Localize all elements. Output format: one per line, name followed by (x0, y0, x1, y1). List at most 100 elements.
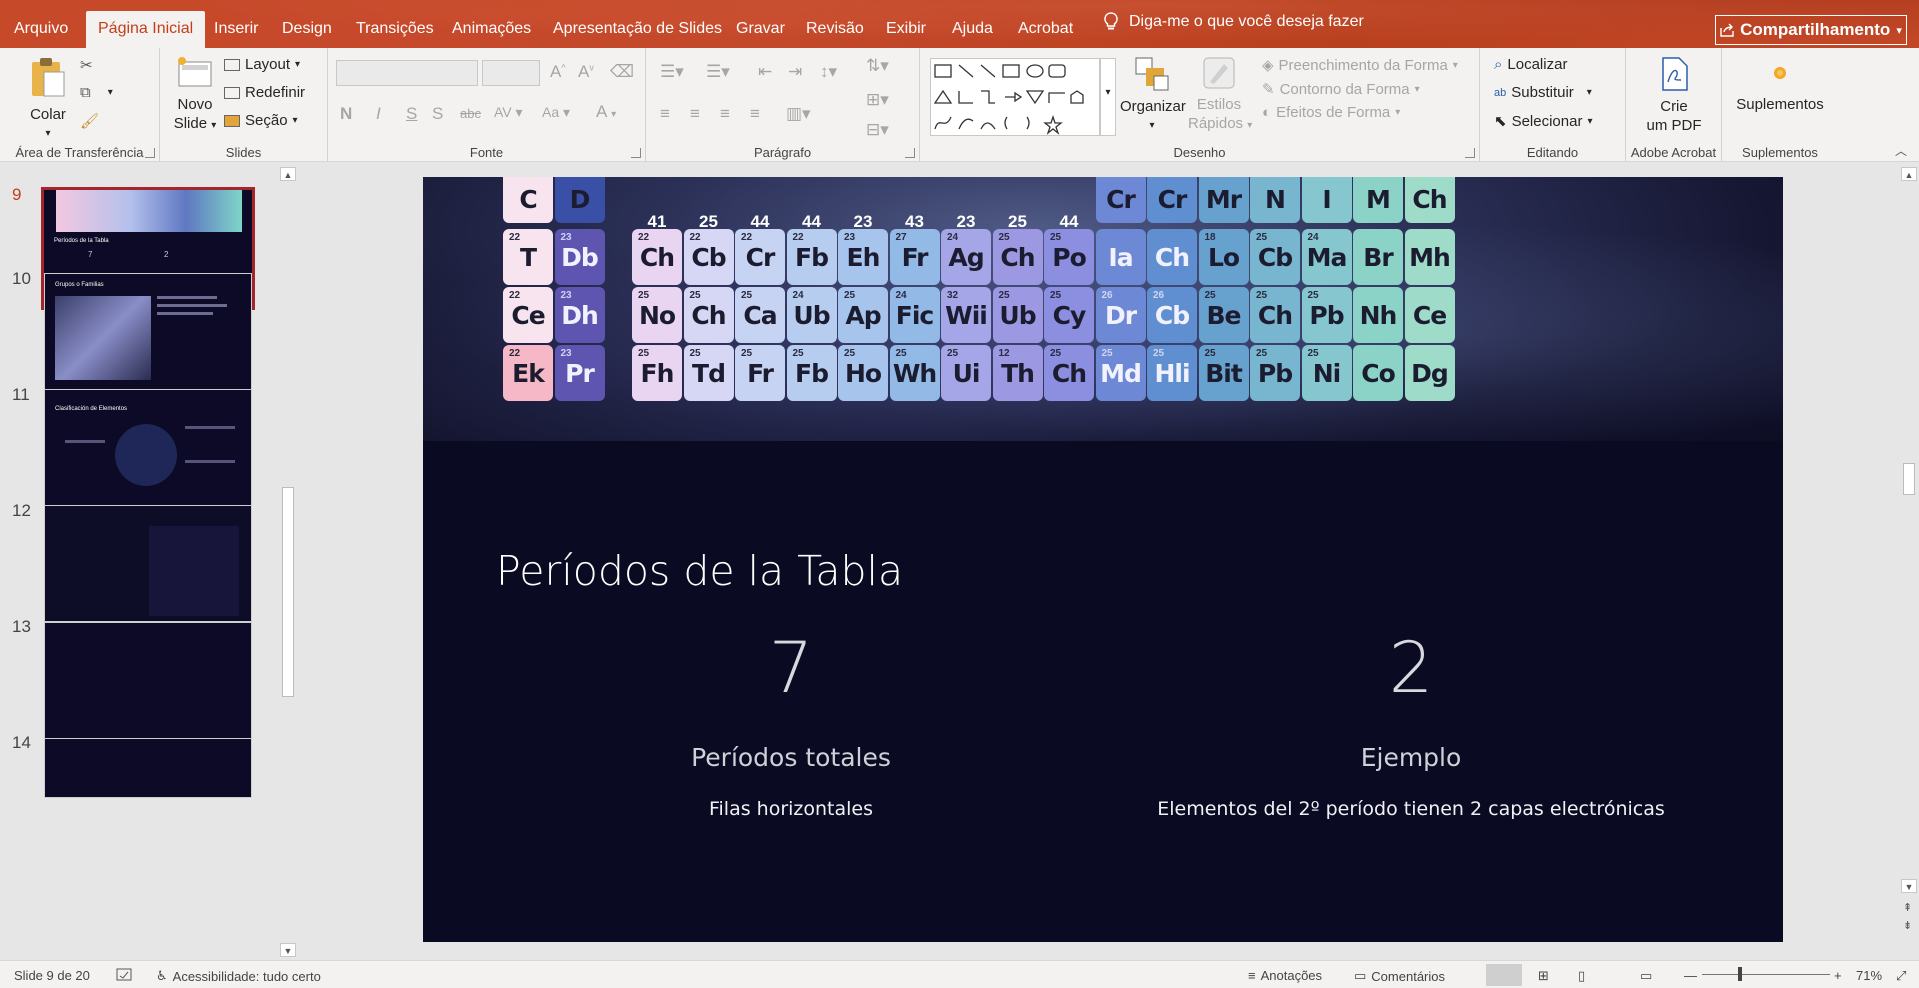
scrollbar-thumb[interactable] (1903, 463, 1915, 495)
char-spacing-button[interactable]: AV ▾ (494, 104, 523, 121)
align-right-icon[interactable]: ≡ (720, 104, 730, 124)
slide-title[interactable]: Períodos de la Tabla (496, 547, 903, 595)
smartart-icon[interactable]: ⊟▾ (866, 120, 889, 140)
tab-gravar[interactable]: Gravar (736, 12, 785, 48)
align-left-icon[interactable]: ≡ (660, 104, 670, 124)
justify-icon[interactable]: ≡ (750, 104, 760, 124)
slideshow-icon[interactable]: ▭ (1640, 968, 1652, 984)
replace-button[interactable]: ab Substituir ▾ (1494, 84, 1592, 101)
paste-button[interactable]: Colar ▾ (28, 56, 68, 143)
create-pdf-button[interactable]: Crie um PDF (1644, 56, 1704, 135)
tab-exibir[interactable]: Exibir (886, 12, 926, 48)
slide-thumbnail-13[interactable] (44, 622, 252, 739)
thumbnails-scrollbar[interactable]: ▲ ▼ (280, 167, 296, 957)
dialog-launcher-icon[interactable] (1465, 148, 1475, 158)
slide-sorter-icon[interactable]: ⊞ (1538, 968, 1549, 984)
grow-font-icon[interactable]: A^ (550, 62, 566, 82)
underline-button[interactable]: S (406, 104, 417, 124)
stat-desc-example[interactable]: Elementos del 2º período tienen 2 capas … (1131, 798, 1691, 820)
change-case-button[interactable]: Aa ▾ (542, 104, 570, 121)
stat-label-periods[interactable]: Períodos totales (591, 743, 991, 772)
find-button[interactable]: ⌕ Localizar (1494, 56, 1567, 73)
font-size-input[interactable] (482, 60, 540, 86)
stat-value-example[interactable]: 2 (1261, 627, 1561, 709)
scroll-up-icon[interactable]: ▲ (1901, 167, 1917, 181)
accessibility-status[interactable]: ♿ Acessibilidade: tudo certo (156, 968, 321, 984)
tab-transicoes[interactable]: Transições (356, 12, 434, 48)
numbering-icon[interactable]: ☰▾ (706, 62, 730, 82)
share-button[interactable]: Compartilhamento ▾ (1715, 15, 1907, 45)
reset-button[interactable]: Redefinir (224, 84, 305, 101)
scrollbar-thumb[interactable] (282, 487, 294, 697)
select-button[interactable]: ⬉ Selecionar ▾ (1494, 112, 1593, 131)
tab-design[interactable]: Design (282, 12, 332, 48)
bullets-icon[interactable]: ☰▾ (660, 62, 684, 82)
slide-canvas[interactable]: 22CDCrCrMrNIM23Ch22T23Db22Ch22Cb22Cr22Fb… (423, 177, 1783, 942)
dialog-launcher-icon[interactable] (145, 148, 155, 158)
text-direction-icon[interactable]: ⇅▾ (866, 56, 889, 76)
new-slide-button[interactable]: Novo Slide ▾ (170, 56, 220, 135)
shapes-more-button[interactable]: ▾ (1100, 58, 1116, 136)
shape-effects-button[interactable]: ◐ Efeitos de Forma ▾ (1262, 104, 1400, 121)
dialog-launcher-icon[interactable] (631, 148, 641, 158)
strikethrough-button[interactable]: abc (460, 106, 481, 121)
tab-inserir[interactable]: Inserir (214, 12, 258, 48)
stat-desc-periods[interactable]: Filas horizontales (511, 798, 1071, 820)
dialog-launcher-icon[interactable] (905, 148, 915, 158)
tab-ajuda[interactable]: Ajuda (952, 12, 993, 48)
cut-button[interactable]: ✂ (80, 56, 93, 74)
shadow-button[interactable]: S (432, 104, 443, 124)
shape-outline-button[interactable]: ✎ Contorno da Forma ▾ (1262, 80, 1420, 99)
bold-button[interactable]: N (340, 104, 352, 124)
italic-button[interactable]: I (376, 104, 381, 124)
arrange-button[interactable]: Organizar ▾ (1120, 56, 1186, 135)
zoom-level[interactable]: 71% (1856, 968, 1882, 983)
zoom-out-icon[interactable]: — (1684, 968, 1697, 983)
format-painter-button[interactable]: 🖌 (80, 112, 99, 130)
shrink-font-icon[interactable]: Av (578, 62, 594, 82)
line-spacing-icon[interactable]: ↕▾ (820, 62, 837, 82)
previous-slide-icon[interactable]: ⇞ (1903, 901, 1912, 914)
layout-button[interactable]: Layout ▾ (224, 56, 300, 73)
tell-me-search[interactable]: Diga-me o que você deseja fazer (1103, 12, 1364, 32)
align-text-icon[interactable]: ⊞▾ (866, 90, 889, 110)
quick-styles-button[interactable]: Estilos Rápidos ▾ (1188, 56, 1252, 135)
tab-pagina-inicial[interactable]: Página Inicial (86, 11, 206, 48)
shape-fill-button[interactable]: ◈ Preenchimento da Forma ▾ (1262, 56, 1458, 75)
zoom-slider[interactable] (1702, 974, 1830, 975)
scroll-down-icon[interactable]: ▼ (1901, 879, 1917, 893)
stat-label-example[interactable]: Ejemplo (1211, 743, 1611, 772)
normal-view-icon[interactable] (1486, 964, 1522, 986)
decrease-indent-icon[interactable]: ⇤ (758, 62, 772, 82)
scroll-up-icon[interactable]: ▲ (280, 167, 296, 181)
tab-arquivo[interactable]: Arquivo (14, 12, 68, 48)
spell-check-icon[interactable] (116, 968, 132, 982)
zoom-slider-thumb[interactable] (1738, 967, 1742, 981)
tab-acrobat[interactable]: Acrobat (1018, 12, 1073, 48)
columns-icon[interactable]: ▥▾ (786, 104, 811, 124)
clear-format-icon[interactable]: ⌫ (610, 62, 634, 82)
increase-indent-icon[interactable]: ⇥ (788, 62, 802, 82)
tab-apresentacao[interactable]: Apresentação de Slides (553, 12, 722, 48)
font-name-input[interactable] (336, 60, 478, 86)
editor-scrollbar[interactable]: ▲ ▼ ⇞ ⇟ (1901, 167, 1918, 957)
slide-thumbnail-12[interactable] (44, 505, 252, 622)
addins-button[interactable]: Suplementos (1726, 56, 1834, 114)
comments-button[interactable]: ▭ Comentários (1354, 968, 1445, 984)
slide-thumbnail-11[interactable]: Clasificación de Elementos (44, 389, 252, 506)
next-slide-icon[interactable]: ⇟ (1903, 919, 1912, 932)
notes-button[interactable]: ≡ Anotações (1248, 968, 1322, 983)
align-center-icon[interactable]: ≡ (690, 104, 700, 124)
reading-view-icon[interactable]: ▯ (1578, 968, 1585, 984)
shapes-gallery[interactable] (930, 58, 1100, 136)
zoom-in-icon[interactable]: + (1834, 968, 1842, 983)
scroll-down-icon[interactable]: ▼ (280, 943, 296, 957)
fit-slide-icon[interactable]: ⤢ (1896, 968, 1906, 984)
copy-button[interactable]: ⧉ ▾ (80, 84, 113, 101)
slide-thumbnail-14[interactable] (44, 738, 252, 798)
section-button[interactable]: Seção ▾ (224, 112, 298, 129)
tab-animacoes[interactable]: Animações (452, 12, 531, 48)
tab-revisao[interactable]: Revisão (806, 12, 864, 48)
font-color-button[interactable]: A ▾ (596, 102, 616, 122)
stat-value-periods[interactable]: 7 (641, 627, 941, 709)
